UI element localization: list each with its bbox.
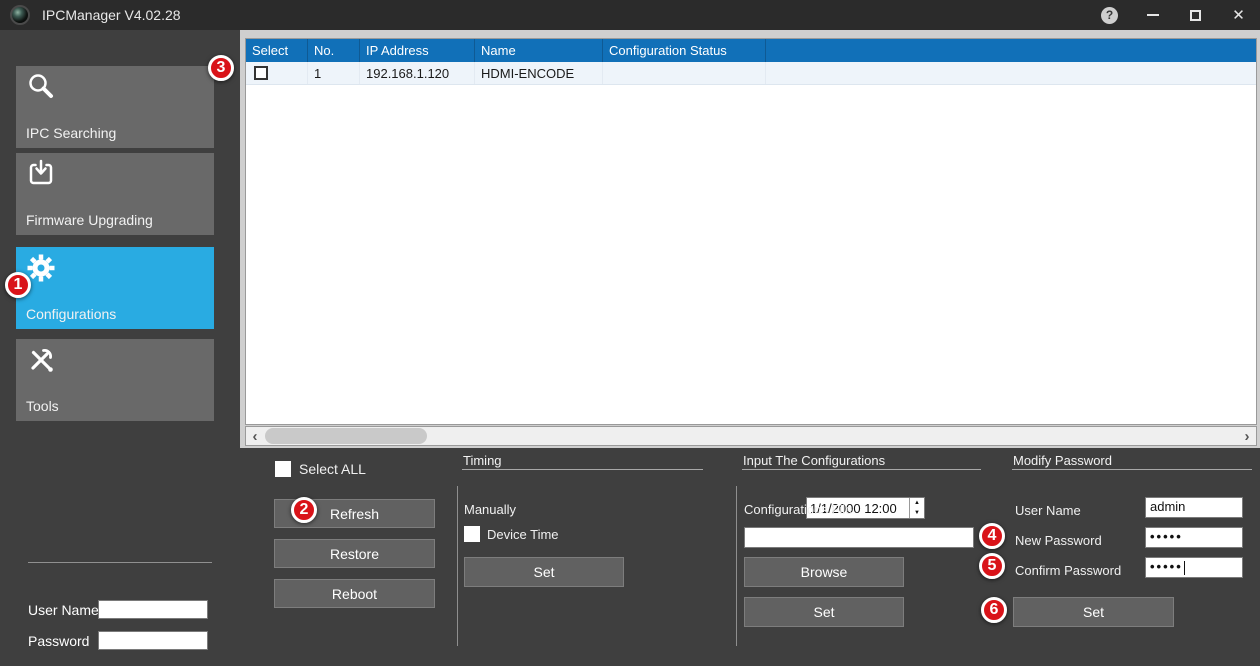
device-time-label: Device Time — [487, 526, 559, 542]
login-password-row: Password — [28, 631, 89, 650]
row-filler-cell — [766, 62, 1256, 84]
device-table: Select No. IP Address Name Configuration… — [245, 38, 1257, 425]
table-header: Select No. IP Address Name Configuration… — [246, 39, 1256, 62]
scrollbar-thumb[interactable] — [265, 428, 427, 444]
maximize-icon — [1190, 9, 1201, 21]
help-icon: ? — [1101, 6, 1118, 24]
modify-password-header: Modify Password — [1013, 453, 1112, 468]
main-area: Select No. IP Address Name Configuration… — [240, 30, 1260, 448]
panel-divider-1 — [457, 486, 458, 646]
login-password-label: Password — [28, 632, 90, 649]
close-button[interactable]: ✕ — [1217, 0, 1260, 30]
sidebar-item-label: IPC Searching — [26, 125, 117, 141]
modify-password-set-button[interactable]: Set — [1013, 597, 1174, 627]
input-configurations-header: Input The Configurations — [743, 453, 886, 468]
sidebar-item-tools[interactable]: Tools — [16, 339, 214, 421]
confirm-password-label: Confirm Password — [1015, 563, 1122, 578]
modify-username-input[interactable]: admin — [1145, 497, 1243, 518]
search-icon — [29, 74, 53, 98]
sidebar: IPC Searching Firmware Upgrading Configu… — [0, 30, 240, 666]
timing-section: Timing Manually 1/1/2000 12:00 ▲ ▼ Devic… — [462, 448, 925, 666]
column-header-no[interactable]: No. — [308, 39, 360, 62]
row-name-cell: HDMI-ENCODE — [475, 62, 603, 84]
tools-icon — [31, 349, 53, 372]
row-no-cell: 1 — [308, 62, 360, 84]
column-header-select[interactable]: Select — [246, 39, 308, 62]
row-select-checkbox[interactable] — [254, 66, 268, 80]
configurations-file-input[interactable] — [744, 527, 974, 548]
browse-button[interactable]: Browse — [744, 557, 904, 587]
column-header-ip-address[interactable]: IP Address — [360, 39, 475, 62]
login-password-input[interactable] — [98, 631, 208, 650]
annotation-badge-3: 3 — [208, 55, 234, 81]
device-time-checkbox[interactable] — [464, 526, 480, 542]
ipcmanager-window: IPCManager V4.02.28 ? ✕ IPC Searching Fi… — [0, 0, 1260, 666]
table-row[interactable]: 1 192.168.1.120 HDMI-ENCODE — [246, 62, 1256, 85]
modify-username-label: User Name — [1015, 503, 1081, 518]
column-header-name[interactable]: Name — [475, 39, 603, 62]
titlebar: IPCManager V4.02.28 ? ✕ — [0, 0, 1260, 30]
titlebar-controls: ? ✕ — [1088, 0, 1260, 30]
configurations-file-label: Configurations File — [744, 502, 853, 517]
annotation-badge-4: 4 — [979, 523, 1005, 549]
scroll-right-icon[interactable]: › — [1239, 427, 1255, 445]
row-status-cell — [603, 62, 766, 84]
sidebar-item-label: Firmware Upgrading — [26, 212, 153, 228]
sidebar-item-firmware-upgrading[interactable]: Firmware Upgrading — [16, 153, 214, 235]
firmware-upgrade-icon — [29, 159, 53, 185]
timing-header: Timing — [463, 453, 502, 468]
input-configurations-rule — [742, 469, 981, 470]
horizontal-scrollbar[interactable]: ‹ › — [245, 426, 1257, 446]
select-all-label: Select ALL — [299, 461, 366, 477]
input-configurations-set-button[interactable]: Set — [744, 597, 904, 627]
column-header-configuration-status[interactable]: Configuration Status — [603, 39, 766, 62]
reboot-button[interactable]: Reboot — [274, 579, 435, 608]
new-password-dots: ••••• — [1150, 529, 1183, 544]
close-icon: ✕ — [1232, 7, 1245, 24]
window-title: IPCManager V4.02.28 — [42, 7, 181, 23]
login-username-label: User Name — [28, 601, 99, 618]
sidebar-item-configurations[interactable]: Configurations — [16, 247, 214, 329]
select-all-checkbox[interactable] — [275, 461, 291, 477]
new-password-label: New Password — [1015, 533, 1102, 548]
annotation-badge-6: 6 — [981, 597, 1007, 623]
input-configurations-section: Input The Configurations Configurations … — [742, 448, 982, 666]
sidebar-divider — [28, 562, 212, 563]
sidebar-item-label: Tools — [26, 398, 59, 414]
annotation-badge-2: 2 — [291, 497, 317, 523]
panel-divider-2 — [736, 486, 737, 646]
bottom-panel: Select ALL Refresh Restore Reboot Timing… — [240, 448, 1260, 666]
row-ip-cell: 192.168.1.120 — [360, 62, 475, 84]
select-all-group: Select ALL — [275, 461, 366, 477]
text-caret — [1183, 560, 1185, 575]
new-password-input[interactable]: ••••• — [1145, 527, 1243, 548]
device-time-group: Device Time — [464, 526, 559, 542]
column-header-filler — [766, 39, 1256, 62]
manually-label: Manually — [464, 502, 517, 517]
minimize-icon — [1146, 14, 1159, 16]
timing-set-button[interactable]: Set — [464, 557, 624, 587]
login-username-input[interactable] — [98, 600, 208, 619]
row-select-cell — [246, 62, 308, 84]
restore-button[interactable]: Restore — [274, 539, 435, 568]
help-button[interactable]: ? — [1088, 0, 1131, 30]
app-lens-icon — [10, 5, 30, 25]
minimize-button[interactable] — [1131, 0, 1174, 30]
timing-rule — [462, 469, 703, 470]
maximize-button[interactable] — [1174, 0, 1217, 30]
confirm-password-dots: ••••• — [1150, 559, 1183, 574]
scroll-left-icon[interactable]: ‹ — [247, 427, 263, 445]
sidebar-item-label: Configurations — [26, 306, 117, 322]
modify-password-section: Modify Password User Name admin New Pass… — [1012, 448, 1260, 666]
modify-password-rule — [1012, 469, 1252, 470]
annotation-badge-5: 5 — [979, 553, 1005, 579]
login-username-row: User Name — [28, 600, 99, 619]
annotation-badge-1: 1 — [5, 272, 31, 298]
confirm-password-input[interactable]: ••••• — [1145, 557, 1243, 578]
sidebar-item-ipc-searching[interactable]: IPC Searching — [16, 66, 214, 148]
